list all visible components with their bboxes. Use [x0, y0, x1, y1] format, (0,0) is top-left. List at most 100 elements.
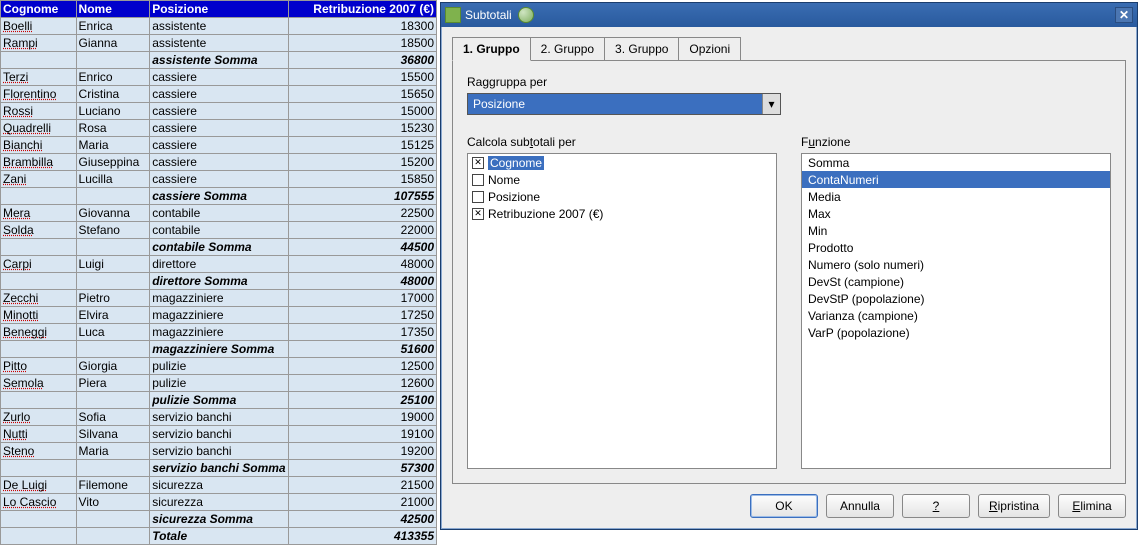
table-row[interactable]: servizio banchi Somma57300 [1, 460, 437, 477]
table-row[interactable]: magazziniere Somma51600 [1, 341, 437, 358]
columns-listbox[interactable]: ✕CognomeNomePosizione✕Retribuzione 2007 … [467, 153, 777, 469]
tab[interactable]: Opzioni [678, 37, 741, 61]
tab[interactable]: 1. Gruppo [452, 37, 531, 61]
cell[interactable]: 25100 [288, 392, 436, 409]
cell[interactable]: Rampi [1, 35, 77, 52]
table-row[interactable]: SoldaStefanocontabile22000 [1, 222, 437, 239]
cell[interactable]: 22000 [288, 222, 436, 239]
table-row[interactable]: contabile Somma44500 [1, 239, 437, 256]
function-option[interactable]: Media [802, 188, 1110, 205]
cell[interactable]: cassiere [150, 120, 288, 137]
cell[interactable]: Luciano [76, 103, 150, 120]
cell[interactable] [76, 511, 150, 528]
cell[interactable]: Pietro [76, 290, 150, 307]
cell[interactable]: Quadrelli [1, 120, 77, 137]
cell[interactable]: Luigi [76, 256, 150, 273]
cell[interactable]: 17000 [288, 290, 436, 307]
cell[interactable]: Florentino [1, 86, 77, 103]
column-header[interactable]: Cognome [1, 1, 77, 18]
cell[interactable]: Sofia [76, 409, 150, 426]
cell[interactable]: Elvira [76, 307, 150, 324]
cell[interactable]: 36800 [288, 52, 436, 69]
cell[interactable]: 17250 [288, 307, 436, 324]
tab[interactable]: 2. Gruppo [530, 37, 605, 61]
function-option[interactable]: DevStP (popolazione) [802, 290, 1110, 307]
cell[interactable]: sicurezza [150, 494, 288, 511]
cell[interactable]: 17350 [288, 324, 436, 341]
cell[interactable]: De Luigi [1, 477, 77, 494]
cell[interactable]: Giorgia [76, 358, 150, 375]
table-row[interactable]: TerziEnricocassiere15500 [1, 69, 437, 86]
cell[interactable]: servizio banchi [150, 426, 288, 443]
table-row[interactable]: BoelliEnricaassistente18300 [1, 18, 437, 35]
cell[interactable]: contabile [150, 205, 288, 222]
cell[interactable]: Silvana [76, 426, 150, 443]
cell[interactable]: cassiere [150, 69, 288, 86]
cell[interactable]: 413355 [288, 528, 436, 545]
table-row[interactable]: CarpiLuigidirettore48000 [1, 256, 437, 273]
function-option[interactable]: Numero (solo numeri) [802, 256, 1110, 273]
cell[interactable]: magazziniere Somma [150, 341, 288, 358]
table-row[interactable]: BianchiMariacassiere15125 [1, 137, 437, 154]
cell[interactable]: Filemone [76, 477, 150, 494]
cell[interactable]: Rosa [76, 120, 150, 137]
table-row[interactable]: Totale413355 [1, 528, 437, 545]
cell[interactable]: 22500 [288, 205, 436, 222]
cell[interactable]: Totale [150, 528, 288, 545]
table-row[interactable]: MeraGiovannacontabile22500 [1, 205, 437, 222]
cell[interactable] [76, 188, 150, 205]
cell[interactable]: 19000 [288, 409, 436, 426]
tab[interactable]: 3. Gruppo [604, 37, 679, 61]
cell[interactable]: 44500 [288, 239, 436, 256]
column-option[interactable]: ✕Cognome [468, 154, 776, 171]
cell[interactable]: Beneggi [1, 324, 77, 341]
table-row[interactable]: MinottiElviramagazziniere17250 [1, 307, 437, 324]
cell[interactable]: assistente Somma [150, 52, 288, 69]
function-option[interactable]: Min [802, 222, 1110, 239]
cell[interactable]: 15000 [288, 103, 436, 120]
cell[interactable]: sicurezza Somma [150, 511, 288, 528]
checkbox-icon[interactable] [472, 191, 484, 203]
column-header[interactable]: Nome [76, 1, 150, 18]
cell[interactable]: 15125 [288, 137, 436, 154]
cell[interactable] [1, 239, 77, 256]
cell[interactable]: Cristina [76, 86, 150, 103]
cell[interactable]: cassiere [150, 137, 288, 154]
cell[interactable] [1, 460, 77, 477]
column-option[interactable]: Nome [468, 171, 776, 188]
table-row[interactable]: BrambillaGiuseppinacassiere15200 [1, 154, 437, 171]
cell[interactable]: 48000 [288, 273, 436, 290]
table-row[interactable]: sicurezza Somma42500 [1, 511, 437, 528]
cell[interactable]: assistente [150, 18, 288, 35]
cell[interactable]: pulizie [150, 358, 288, 375]
column-option[interactable]: ✕Retribuzione 2007 (€) [468, 205, 776, 222]
table-row[interactable]: RampiGiannaassistente18500 [1, 35, 437, 52]
cell[interactable]: Zurlo [1, 409, 77, 426]
cell[interactable]: Nutti [1, 426, 77, 443]
cell[interactable]: Lo Cascio [1, 494, 77, 511]
cell[interactable]: pulizie [150, 375, 288, 392]
checkbox-icon[interactable]: ✕ [472, 157, 484, 169]
table-row[interactable]: PittoGiorgiapulizie12500 [1, 358, 437, 375]
ok-button[interactable]: OK [750, 494, 818, 518]
cell[interactable]: Enrico [76, 69, 150, 86]
cell[interactable]: Lucilla [76, 171, 150, 188]
cell[interactable]: Rossi [1, 103, 77, 120]
cell[interactable]: 21000 [288, 494, 436, 511]
cell[interactable] [76, 52, 150, 69]
delete-button[interactable]: Elimina [1058, 494, 1126, 518]
groupby-combo[interactable]: Posizione ▾ [467, 93, 781, 115]
cell[interactable]: Boelli [1, 18, 77, 35]
cell[interactable]: Zecchi [1, 290, 77, 307]
cell[interactable]: Vito [76, 494, 150, 511]
table-row[interactable]: cassiere Somma107555 [1, 188, 437, 205]
cell[interactable]: 19100 [288, 426, 436, 443]
cell[interactable]: Steno [1, 443, 77, 460]
cell[interactable]: Pitto [1, 358, 77, 375]
cell[interactable]: Zani [1, 171, 77, 188]
cell[interactable] [76, 392, 150, 409]
cell[interactable]: cassiere [150, 171, 288, 188]
help-button[interactable]: ? [902, 494, 970, 518]
cell[interactable]: Giovanna [76, 205, 150, 222]
cell[interactable]: Brambilla [1, 154, 77, 171]
